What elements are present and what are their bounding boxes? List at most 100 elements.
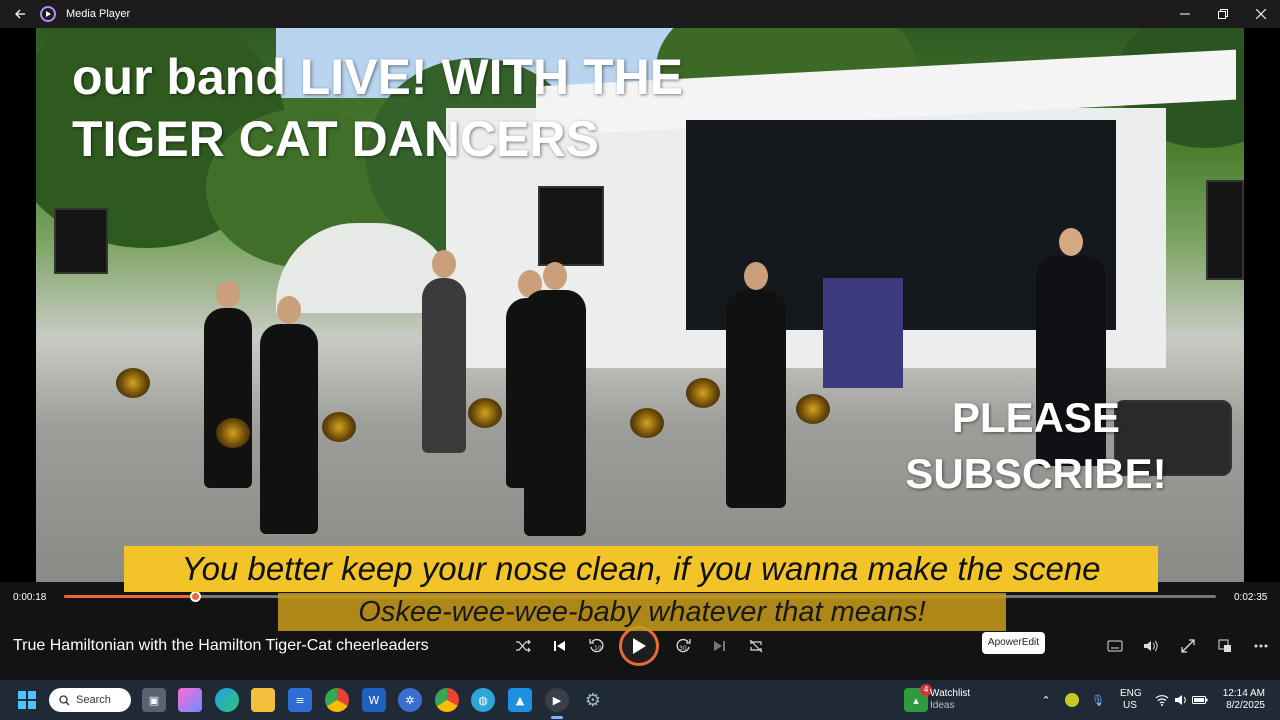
clock[interactable]: 12:14 AM 8/2/2025 (1219, 688, 1265, 712)
video-overlay-subscribe: PLEASE SUBSCRIBE! (876, 390, 1196, 502)
svg-text:30: 30 (679, 645, 687, 652)
fullscreen-button[interactable] (1175, 633, 1201, 659)
watchlist-widget[interactable]: Watchlist Ideas (930, 688, 970, 712)
battery-button[interactable] (1188, 688, 1212, 712)
shuffle-button[interactable] (510, 633, 536, 659)
settings-app-button[interactable]: ✲ (398, 688, 422, 712)
close-icon (1256, 9, 1266, 19)
video-pompom (322, 412, 356, 442)
watchlist-widget-icon[interactable]: ▴ 4 (904, 684, 932, 712)
word-icon: W (368, 693, 380, 707)
store-app-button[interactable]: ≡ (288, 688, 312, 712)
rewind-10-icon: 10 (589, 638, 604, 653)
settings-button[interactable]: ⚙ (581, 688, 605, 712)
more-icon (1254, 644, 1268, 648)
language-line2: US (1123, 700, 1137, 711)
video-pompom (686, 378, 720, 408)
search-icon (59, 694, 70, 705)
wifi-icon (1155, 695, 1169, 706)
overlay-title-line1: our band LIVE! WITH THE (72, 49, 684, 105)
play-icon (633, 638, 646, 654)
file-explorer-button[interactable] (251, 688, 275, 712)
task-view-icon: ▣ (148, 693, 160, 707)
minimize-icon (1180, 13, 1190, 15)
video-dancer (260, 296, 318, 534)
tooltip-apoweredit: ApowerEdit (982, 632, 1045, 654)
fullscreen-icon (1181, 639, 1195, 653)
next-button[interactable] (706, 633, 732, 659)
back-button[interactable] (0, 0, 40, 28)
video-pompom (630, 408, 664, 438)
volume-button[interactable] (1138, 633, 1164, 659)
window-title: Media Player (66, 8, 131, 20)
edge-button[interactable] (215, 688, 239, 712)
title-bar: Media Player (0, 0, 1280, 28)
restore-button[interactable] (1204, 0, 1242, 28)
language-line1: ENG (1120, 688, 1142, 699)
caption-line2: Oskee-wee-wee-baby whatever that means! (278, 593, 1006, 631)
windows-taskbar: Search ▣ ≡ W ✲ ◍ ▲ ▶ ⚙ ▴ 4 Watchlist Ide… (0, 680, 1280, 720)
app-icon: ✲ (405, 693, 415, 707)
gear-icon: ⚙ (584, 689, 602, 711)
battery-icon (1192, 696, 1208, 704)
browser-button[interactable]: ◍ (471, 688, 495, 712)
microphone-button[interactable]: 🎙 (1086, 688, 1110, 712)
miniplayer-icon (1218, 639, 1231, 652)
tray-app-button[interactable] (1060, 688, 1084, 712)
task-view-button[interactable]: ▣ (142, 688, 166, 712)
video-dancer (726, 262, 786, 508)
video-dancer (422, 250, 466, 453)
captions-button[interactable] (1102, 633, 1128, 659)
stock-chart-icon: ▴ (913, 693, 919, 707)
forward-30-icon: 30 (676, 638, 691, 653)
start-button[interactable] (15, 688, 39, 712)
media-player-icon (40, 6, 56, 22)
chrome-profile-button[interactable] (435, 688, 459, 712)
copilot-button[interactable] (178, 688, 202, 712)
forward-30-button[interactable]: 30 (670, 633, 696, 659)
globe-icon: ◍ (478, 693, 488, 707)
watchlist-subtitle: Ideas (930, 700, 955, 711)
rewind-10-button[interactable]: 10 (584, 633, 610, 659)
svg-text:10: 10 (594, 645, 602, 652)
media-player-taskbar-button[interactable]: ▶ (545, 688, 569, 712)
next-icon (714, 641, 725, 651)
repeat-button[interactable] (743, 633, 769, 659)
miniplayer-button[interactable] (1212, 633, 1238, 659)
video-frame[interactable]: our band LIVE! WITH THE TIGER CAT DANCER… (36, 28, 1244, 582)
shuffle-icon (516, 639, 531, 653)
word-button[interactable]: W (362, 688, 386, 712)
restore-icon (1218, 9, 1228, 19)
microphone-icon: 🎙 (1091, 693, 1105, 707)
video-pompom (468, 398, 502, 428)
search-label: Search (76, 694, 111, 706)
more-options-button[interactable] (1248, 633, 1274, 659)
photos-button[interactable]: ▲ (508, 688, 532, 712)
repeat-icon (749, 639, 763, 653)
captions-icon (1107, 640, 1123, 652)
minimize-button[interactable] (1166, 0, 1204, 28)
show-hidden-icons-button[interactable]: ⌃ (1034, 688, 1058, 712)
video-overlay-title: our band LIVE! WITH THE TIGER CAT DANCER… (72, 46, 683, 170)
clock-time: 12:14 AM (1222, 688, 1265, 699)
current-time: 0:00:18 (13, 592, 47, 603)
previous-icon (554, 641, 565, 651)
video-pompom (796, 394, 830, 424)
clock-date: 8/2/2025 (1226, 700, 1265, 711)
active-app-indicator (551, 716, 563, 719)
video-dancer (524, 262, 586, 536)
video-dancer (204, 280, 252, 488)
play-button[interactable] (619, 626, 659, 666)
previous-button[interactable] (547, 633, 573, 659)
seek-bar-progress (64, 595, 196, 598)
taskbar-search[interactable]: Search (49, 688, 131, 712)
speaker-icon (1175, 695, 1186, 705)
video-pompom (216, 418, 250, 448)
close-button[interactable] (1242, 0, 1280, 28)
video-pompom (116, 368, 150, 398)
seek-bar-thumb[interactable] (190, 591, 202, 602)
volume-icon (1144, 640, 1158, 652)
video-speaker (538, 186, 604, 266)
language-indicator[interactable]: ENG US (1120, 688, 1142, 712)
chrome-button[interactable] (325, 688, 349, 712)
